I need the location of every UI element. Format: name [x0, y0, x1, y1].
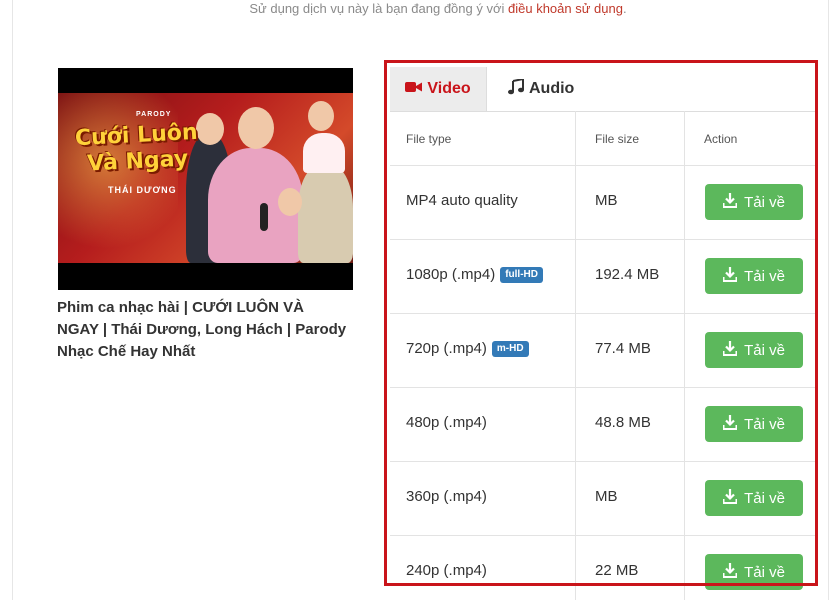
thumbnail-scene: PARODY Cưới Luôn Và Ngay THÁI DƯƠNG [58, 93, 353, 263]
highlight-box [384, 60, 818, 586]
thumbnail-face-right [308, 101, 334, 131]
thumbnail-face-bottom [278, 188, 302, 216]
page-border-right [828, 0, 829, 600]
terms-notice: Sử dụng dịch vụ này là bạn đang đồng ý v… [0, 1, 840, 16]
terms-suffix: . [622, 1, 627, 16]
video-thumbnail[interactable]: PARODY Cưới Luôn Và Ngay THÁI DƯƠNG [58, 68, 353, 290]
thumbnail-person-right [298, 163, 353, 263]
thumbnail-face-center [238, 107, 274, 149]
terms-text: Sử dụng dịch vụ này là bạn đang đồng ý v… [249, 1, 505, 16]
thumbnail-artist: THÁI DƯƠNG [108, 185, 177, 195]
thumbnail-person-back [303, 133, 345, 173]
thumbnail-microphone [260, 203, 268, 231]
terms-link[interactable]: điều khoản sử dụng [508, 1, 623, 16]
thumbnail-parody-label: PARODY [136, 111, 172, 118]
thumbnail-title: Cưới Luôn Và Ngay [74, 119, 199, 177]
page-border-left [12, 0, 13, 600]
video-title: Phim ca nhạc hài | CƯỚI LUÔN VÀ NGAY | T… [57, 299, 347, 360]
